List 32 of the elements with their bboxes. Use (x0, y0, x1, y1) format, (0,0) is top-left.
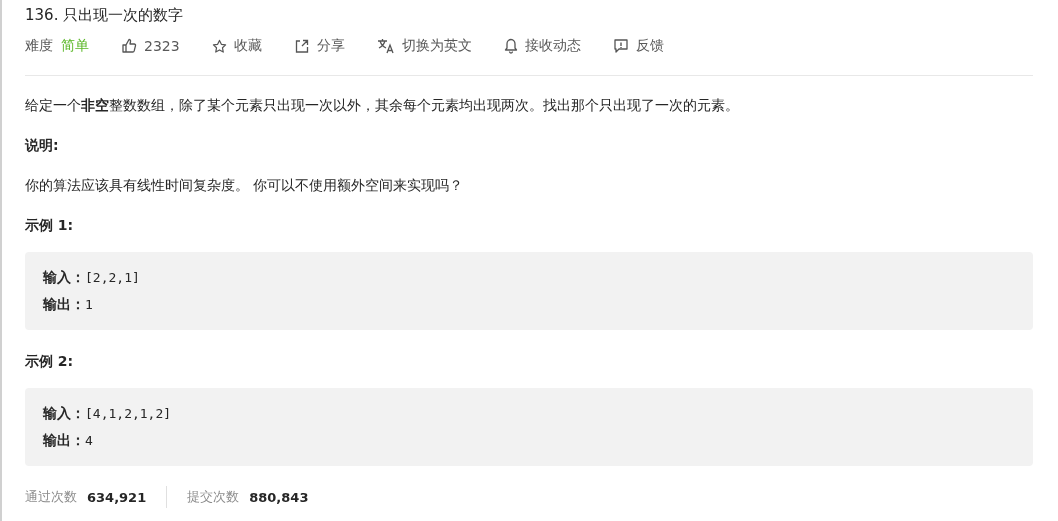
star-button[interactable]: 收藏 (211, 37, 262, 55)
bell-button[interactable]: 接收动态 (503, 37, 581, 55)
translate-button[interactable]: 切换为英文 (376, 37, 472, 55)
stat-value: 880,843 (249, 489, 309, 505)
like-button[interactable]: 2323 (121, 38, 180, 54)
thumbs-up-icon (121, 38, 137, 54)
stat-value: 634,921 (87, 489, 147, 505)
example-label: 输出： (43, 296, 85, 312)
difficulty-value: 简单 (61, 37, 89, 55)
problem-title: 136. 只出现一次的数字 (25, 5, 185, 26)
section-heading: 示例 2: (25, 352, 75, 371)
example-label: 输入： (43, 405, 85, 421)
example-label: 输入： (43, 269, 85, 285)
bell-icon (503, 38, 518, 54)
example-value: [2,2,1] (85, 270, 140, 285)
difficulty-label: 难度 (25, 37, 53, 55)
feedback-button[interactable]: 反馈 (612, 37, 664, 55)
share-icon (293, 38, 310, 54)
translate-icon (376, 38, 395, 54)
share-button[interactable]: 分享 (293, 37, 345, 55)
stat-label: 通过次数 (25, 488, 77, 506)
stat-label: 提交次数 (187, 488, 240, 506)
star-icon (211, 38, 227, 54)
example-value: [4,1,2,1,2] (85, 406, 172, 421)
section-heading: 说明: (25, 136, 60, 155)
example-label: 输出： (43, 432, 85, 448)
example-value: 4 (85, 433, 93, 448)
feedback-icon (612, 38, 629, 54)
section-heading: 示例 1: (25, 216, 75, 235)
description-text: 你的算法应该具有线性时间复杂度。 你可以不使用额外空间来实现吗？ (25, 176, 465, 195)
example-value: 1 (85, 297, 93, 312)
description-text: 给定一个非空整数数组，除了某个元素只出现一次以外，其余每个元素均出现两次。找出那个只出现了一次的元素。 (25, 96, 740, 115)
